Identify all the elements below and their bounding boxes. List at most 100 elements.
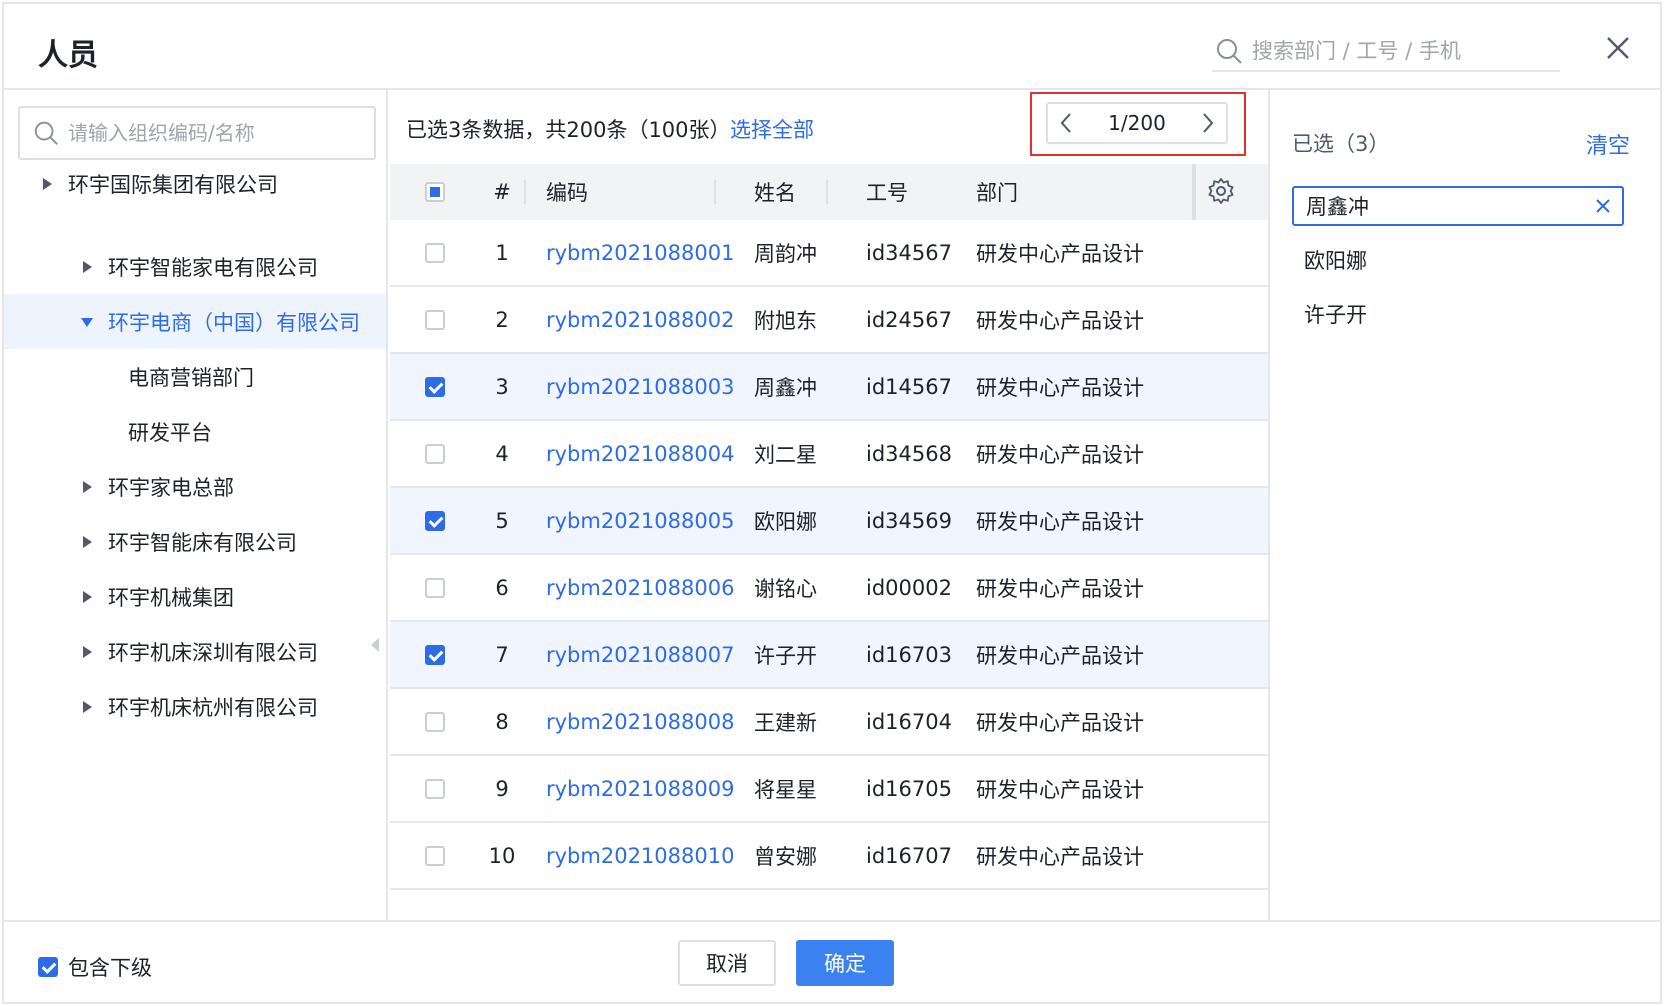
person-dept: 研发中心产品设计 xyxy=(976,777,1144,802)
close-icon[interactable] xyxy=(1602,32,1634,64)
col-header-code: 编码 xyxy=(546,181,588,205)
cancel-button[interactable]: 取消 xyxy=(678,940,776,986)
selected-item[interactable]: 许子开 xyxy=(1292,294,1624,334)
include-sub-checkbox[interactable] xyxy=(38,957,58,977)
person-code-link[interactable]: rybm2021088003 xyxy=(546,375,734,399)
selected-count-title: 已选（3） xyxy=(1292,132,1390,156)
column-divider xyxy=(826,180,828,204)
row-checkbox[interactable] xyxy=(425,644,445,665)
selected-item[interactable]: 周鑫冲 xyxy=(1292,186,1624,226)
caret-down-icon[interactable] xyxy=(80,315,94,329)
row-checkbox[interactable] xyxy=(425,711,445,732)
row-checkbox[interactable] xyxy=(425,778,445,799)
person-id: id34569 xyxy=(866,508,952,533)
column-divider xyxy=(524,180,526,204)
selected-item[interactable]: 欧阳娜 xyxy=(1292,240,1624,280)
row-checkbox[interactable] xyxy=(425,443,445,464)
row-checkbox[interactable] xyxy=(425,845,445,866)
top-search-box[interactable] xyxy=(1212,32,1560,72)
caret-right-icon[interactable] xyxy=(80,535,94,549)
row-checkbox[interactable] xyxy=(425,309,445,330)
caret-right-icon[interactable] xyxy=(80,590,94,604)
prev-page-button[interactable] xyxy=(1048,104,1084,142)
person-dept: 研发中心产品设计 xyxy=(976,308,1144,333)
tree-node[interactable]: 环宇机床杭州有限公司 xyxy=(4,679,386,734)
tree-node[interactable]: 环宇智能家电有限公司 xyxy=(4,239,386,294)
tree-node[interactable]: 研发平台 xyxy=(4,404,386,459)
tree-node-label: 研发平台 xyxy=(128,420,212,445)
next-page-button[interactable] xyxy=(1190,104,1226,142)
person-code-link[interactable]: rybm2021088009 xyxy=(546,777,734,801)
person-id: id14567 xyxy=(866,374,952,399)
person-code-link[interactable]: rybm2021088005 xyxy=(546,509,734,533)
person-dept: 研发中心产品设计 xyxy=(976,844,1144,869)
tree-node-active[interactable]: 环宇电商（中国）有限公司 xyxy=(4,294,386,349)
person-code-link[interactable]: rybm2021088008 xyxy=(546,710,734,734)
table-row[interactable]: 9 rybm2021088009 将星星 id16705 研发中心产品设计 xyxy=(390,756,1268,823)
table-row[interactable]: 6 rybm2021088006 谢铭心 id00002 研发中心产品设计 xyxy=(390,555,1268,622)
clear-button[interactable]: 清空 xyxy=(1586,128,1630,160)
tree-node-label: 电商营销部门 xyxy=(128,365,254,390)
table-row[interactable]: 10 rybm2021088010 曾安娜 id16707 研发中心产品设计 xyxy=(390,823,1268,890)
person-name: 刘二星 xyxy=(754,442,817,467)
select-all-checkbox[interactable] xyxy=(425,182,445,202)
person-code-link[interactable]: rybm2021088007 xyxy=(546,643,734,667)
caret-right-icon[interactable] xyxy=(80,260,94,274)
person-name: 周鑫冲 xyxy=(754,375,817,400)
table-row[interactable]: 8 rybm2021088008 王建新 id16704 研发中心产品设计 xyxy=(390,689,1268,756)
collapse-left-icon[interactable] xyxy=(368,635,382,655)
confirm-button[interactable]: 确定 xyxy=(796,940,894,986)
tree-node[interactable]: 电商营销部门 xyxy=(4,349,386,404)
org-search-box[interactable] xyxy=(18,106,376,160)
person-id: id34567 xyxy=(866,240,952,265)
include-sub-toggle[interactable]: 包含下级 xyxy=(38,952,152,982)
table-row[interactable]: 1 rybm2021088001 周韵冲 id34567 研发中心产品设计 xyxy=(390,220,1268,287)
row-checkbox[interactable] xyxy=(425,510,445,531)
col-header-dept: 部门 xyxy=(976,181,1018,205)
tree-node[interactable]: 环宇智能床有限公司 xyxy=(4,514,386,569)
selected-list: 周鑫冲 欧阳娜 许子开 xyxy=(1292,186,1624,348)
table-row[interactable]: 5 rybm2021088005 欧阳娜 id34569 研发中心产品设计 xyxy=(390,488,1268,555)
person-dept: 研发中心产品设计 xyxy=(976,241,1144,266)
person-code-link[interactable]: rybm2021088004 xyxy=(546,442,734,466)
caret-right-icon[interactable] xyxy=(80,645,94,659)
tree-node[interactable]: 环宇机械集团 xyxy=(4,569,386,624)
select-all-link[interactable]: 选择全部 xyxy=(730,114,814,144)
top-search-input[interactable] xyxy=(1252,39,1552,63)
row-index: 5 xyxy=(495,508,509,533)
close-icon[interactable] xyxy=(1594,197,1612,215)
tree-node[interactable]: 环宇家电总部 xyxy=(4,459,386,514)
caret-right-icon[interactable] xyxy=(80,480,94,494)
row-index: 3 xyxy=(495,374,509,399)
org-search-input[interactable] xyxy=(68,121,358,145)
tree-node[interactable]: 环宇机床深圳有限公司 xyxy=(4,624,386,679)
tree-node-label: 环宇国际集团有限公司 xyxy=(68,172,278,197)
person-code-link[interactable]: rybm2021088010 xyxy=(546,844,734,868)
person-id: id16705 xyxy=(866,776,952,801)
table-row[interactable]: 7 rybm2021088007 许子开 id16703 研发中心产品设计 xyxy=(390,622,1268,689)
caret-right-icon[interactable] xyxy=(80,700,94,714)
row-checkbox[interactable] xyxy=(425,577,445,598)
table-row[interactable]: 4 rybm2021088004 刘二星 id34568 研发中心产品设计 xyxy=(390,421,1268,488)
page-indicator: 1/200 xyxy=(1108,111,1166,135)
tree-node-label: 环宇智能床有限公司 xyxy=(108,530,297,555)
tree-node-label: 环宇机床杭州有限公司 xyxy=(108,695,318,720)
person-dept: 研发中心产品设计 xyxy=(976,576,1144,601)
person-dept: 研发中心产品设计 xyxy=(976,509,1144,534)
table-row[interactable]: 3 rybm2021088003 周鑫冲 id14567 研发中心产品设计 xyxy=(390,354,1268,421)
person-code-link[interactable]: rybm2021088002 xyxy=(546,308,734,332)
person-name: 谢铭心 xyxy=(754,576,817,601)
tree-node[interactable]: 环宇国际集团有限公司 xyxy=(4,156,386,211)
person-code-link[interactable]: rybm2021088006 xyxy=(546,576,734,600)
caret-right-icon[interactable] xyxy=(40,177,54,191)
search-icon xyxy=(1217,39,1242,64)
table-row[interactable]: 2 rybm2021088002 附旭东 id24567 研发中心产品设计 xyxy=(390,287,1268,354)
person-code-link[interactable]: rybm2021088001 xyxy=(546,241,734,265)
gear-icon[interactable] xyxy=(1206,176,1236,206)
person-name: 许子开 xyxy=(754,643,817,668)
row-checkbox[interactable] xyxy=(425,242,445,263)
person-name: 周韵冲 xyxy=(754,241,817,266)
row-checkbox[interactable] xyxy=(425,376,445,397)
chevron-right-icon xyxy=(1203,113,1214,133)
row-index: 2 xyxy=(495,307,509,332)
